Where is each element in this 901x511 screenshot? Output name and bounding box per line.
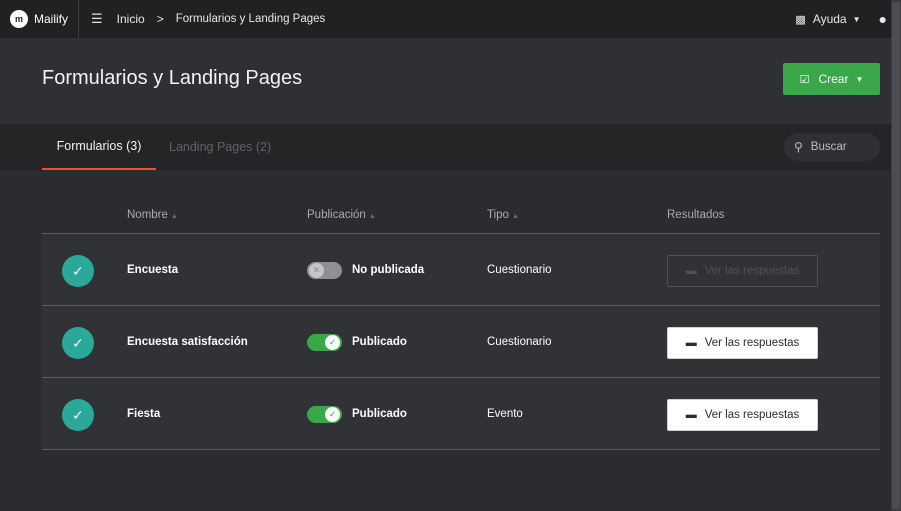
brand-name: Mailify: [34, 12, 69, 26]
edit-check-icon: ☑: [799, 73, 810, 86]
brand[interactable]: m Mailify: [0, 0, 80, 38]
page-title: Formularios y Landing Pages: [42, 67, 303, 89]
page-header: Formularios y Landing Pages ☑ Crear ▼: [0, 38, 891, 124]
column-nombre[interactable]: Nombre ▲: [127, 209, 178, 221]
form-check-icon: ✓: [62, 327, 94, 359]
column-tipo[interactable]: Tipo ▲: [487, 209, 519, 221]
chevron-down-icon: ▼: [852, 14, 861, 24]
help-menu[interactable]: ▩ Ayuda ▼: [795, 12, 860, 26]
publish-status: Publicado: [352, 408, 407, 420]
publish-status: Publicado: [352, 336, 407, 348]
view-responses-label: Ver las respuestas: [704, 265, 800, 277]
sort-icon: ▲: [170, 213, 178, 220]
close-icon: ✕: [309, 263, 324, 278]
topbar-right: ▩ Ayuda ▼ ●: [795, 11, 887, 27]
sort-icon: ▲: [368, 213, 376, 220]
breadcrumb-separator-icon: >: [156, 12, 164, 26]
form-name[interactable]: Encuesta satisfacción: [127, 336, 248, 348]
help-label: Ayuda: [812, 12, 847, 26]
top-navbar: m Mailify ☰ Inicio > Formularios y Landi…: [0, 0, 891, 38]
view-responses-button[interactable]: ▬ Ver las respuestas: [667, 399, 818, 431]
sort-icon: ▲: [511, 213, 519, 220]
table-row: ✓ Encuesta ✕ No publicada Cuestionario ▬…: [42, 234, 880, 306]
publish-toggle[interactable]: ✕: [307, 262, 342, 279]
form-type: Cuestionario: [487, 264, 552, 276]
search-input[interactable]: [810, 141, 871, 153]
scrollbar[interactable]: [891, 0, 901, 511]
chevron-down-icon: ▼: [855, 74, 864, 84]
publish-toggle[interactable]: ✓: [307, 406, 342, 423]
tabs-bar: Formularios (3) Landing Pages (2) ⚲: [0, 124, 891, 170]
view-responses-label: Ver las respuestas: [704, 409, 800, 421]
column-resultados: Resultados: [667, 209, 725, 221]
view-responses-button: ▬ Ver las respuestas: [667, 255, 818, 287]
form-type: Cuestionario: [487, 336, 552, 348]
create-button[interactable]: ☑ Crear ▼: [783, 63, 880, 95]
table-row: ✓ Encuesta satisfacción ✓ Publicado Cues…: [42, 306, 880, 378]
view-responses-button[interactable]: ▬ Ver las respuestas: [667, 327, 818, 359]
scrollbar-thumb[interactable]: [892, 2, 900, 509]
user-icon[interactable]: ●: [879, 11, 887, 27]
forms-table: Nombre ▲ Publicación ▲ Tipo ▲ Resultados ✓ …: [42, 198, 880, 450]
hamburger-icon[interactable]: ☰: [91, 11, 103, 27]
create-button-label: Crear: [818, 72, 849, 86]
form-check-icon: ✓: [62, 255, 94, 287]
breadcrumb-current: Formularios y Landing Pages: [175, 13, 326, 25]
table-header: Nombre ▲ Publicación ▲ Tipo ▲ Resultados: [42, 198, 880, 234]
form-name[interactable]: Fiesta: [127, 408, 160, 420]
search-box[interactable]: ⚲: [784, 133, 880, 161]
tab-landing-pages[interactable]: Landing Pages (2): [169, 124, 271, 170]
form-type: Evento: [487, 408, 523, 420]
check-icon: ✓: [325, 335, 340, 350]
comment-icon: ▬: [685, 409, 697, 421]
tab-formularios[interactable]: Formularios (3): [42, 124, 156, 170]
check-icon: ✓: [325, 407, 340, 422]
publish-toggle[interactable]: ✓: [307, 334, 342, 351]
view-responses-label: Ver las respuestas: [704, 337, 800, 349]
breadcrumb-home[interactable]: Inicio: [117, 12, 145, 26]
chat-icon: ▩: [795, 13, 806, 26]
column-publicacion[interactable]: Publicación ▲: [307, 209, 376, 221]
comment-icon: ▬: [685, 337, 697, 349]
publish-status: No publicada: [352, 264, 425, 276]
form-name[interactable]: Encuesta: [127, 264, 178, 276]
form-check-icon: ✓: [62, 399, 94, 431]
comment-icon: ▬: [685, 265, 697, 277]
search-icon: ⚲: [794, 140, 803, 154]
mailify-logo-icon: m: [10, 10, 28, 28]
table-row: ✓ Fiesta ✓ Publicado Evento ▬ Ver las re…: [42, 378, 880, 450]
